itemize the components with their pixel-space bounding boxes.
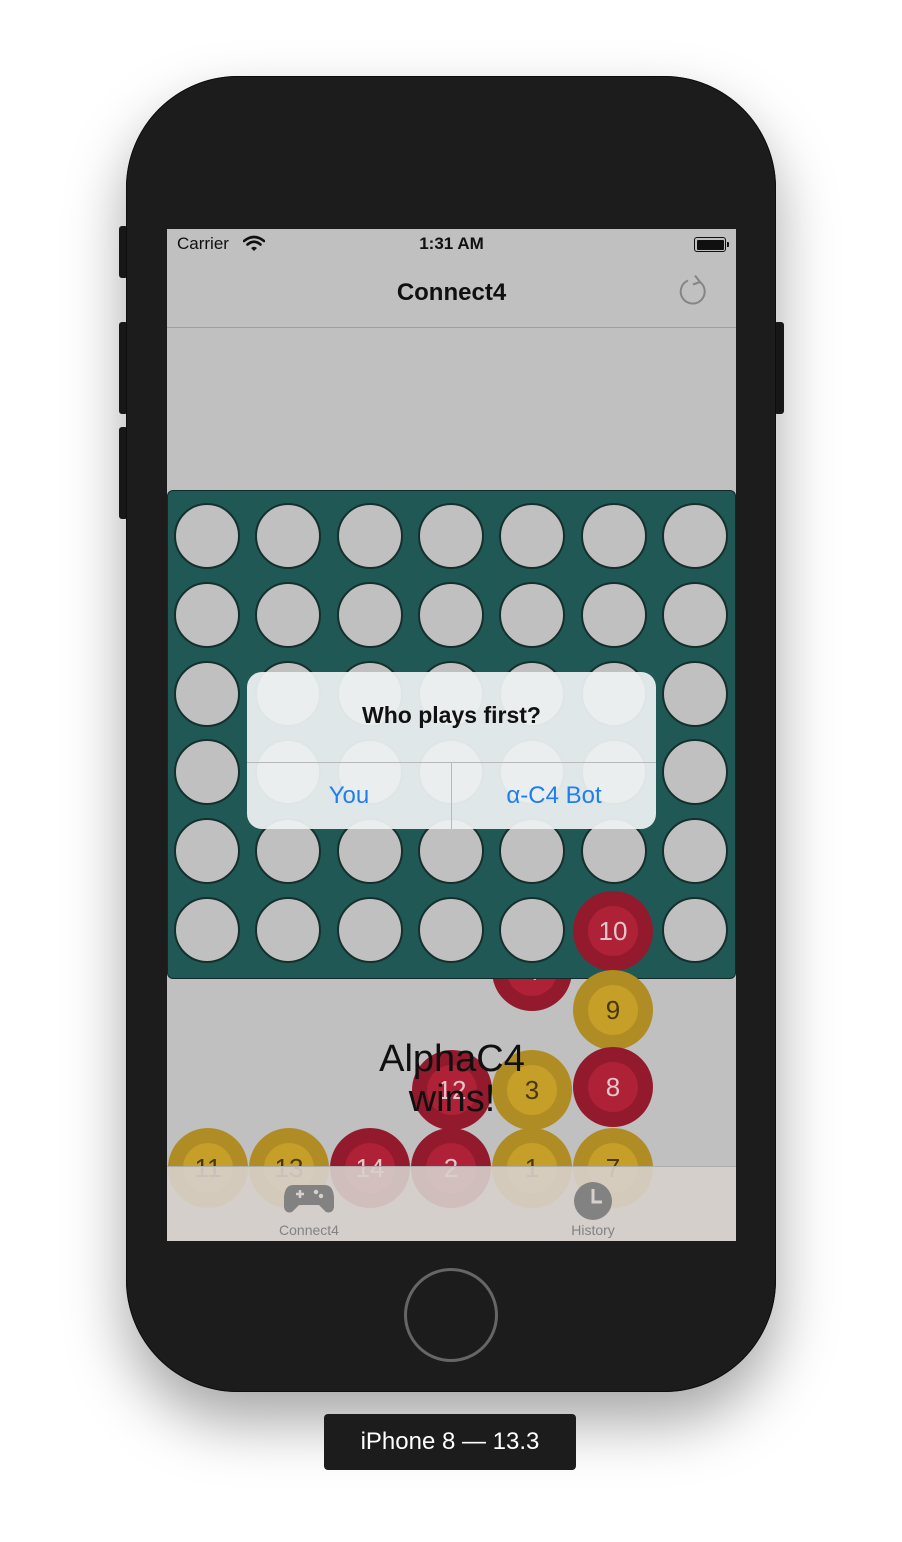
home-button[interactable]	[404, 1268, 498, 1362]
app-screen: Carrier 1:31 AM Connect4 5 4 10 9	[167, 229, 736, 1241]
alert-title: Who plays first?	[362, 702, 541, 728]
who-plays-first-alert: Who plays first? You α-C4 Bot	[247, 672, 656, 829]
device-label: iPhone 8 — 13.3	[324, 1414, 576, 1470]
bot-button[interactable]: α-C4 Bot	[452, 763, 656, 829]
you-button[interactable]: You	[247, 763, 451, 829]
